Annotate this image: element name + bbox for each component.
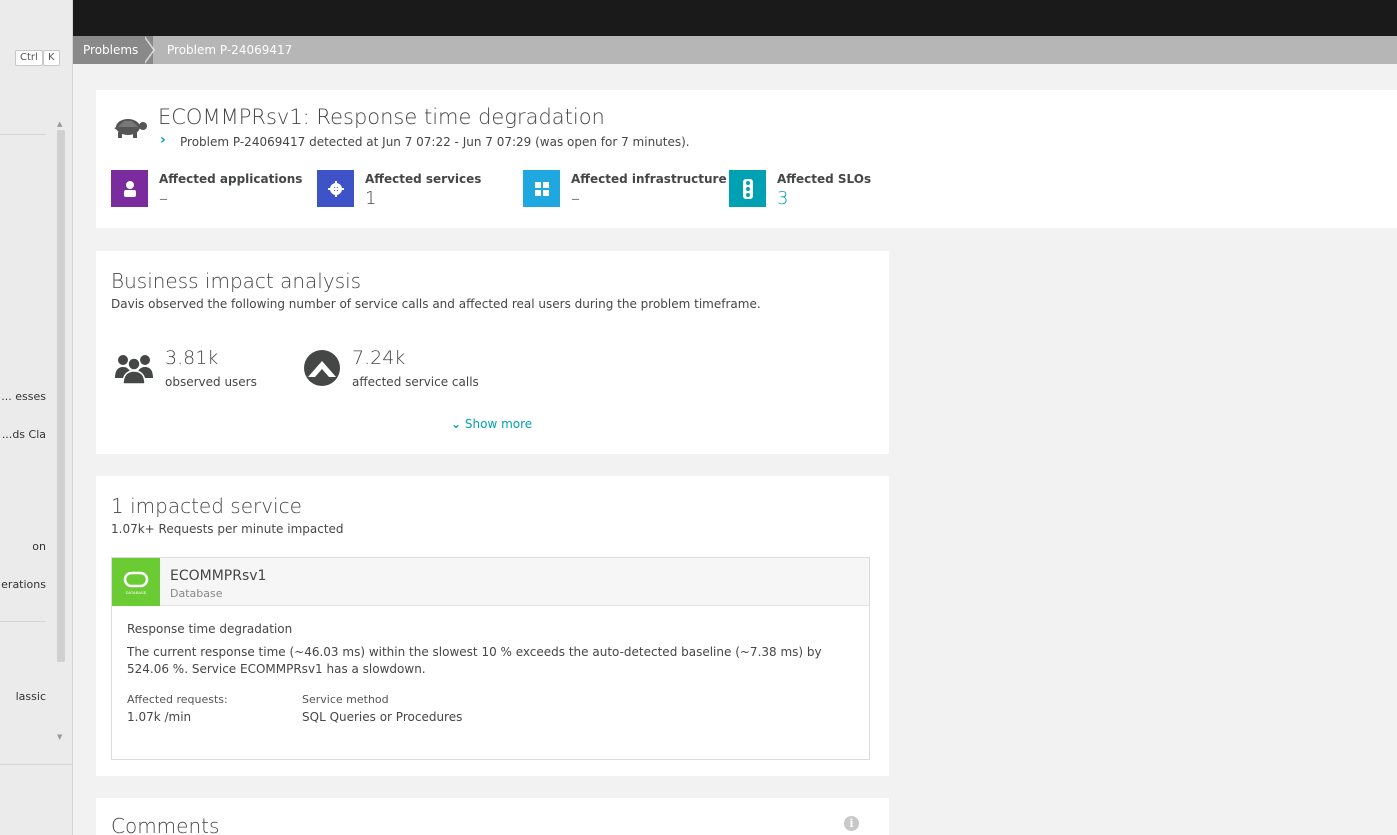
observed-users-label: observed users — [165, 375, 257, 389]
breadcrumb: Problems Problem P-24069417 — [73, 36, 1397, 64]
infrastructure-icon — [523, 170, 560, 207]
affected-applications-value: – — [159, 188, 168, 209]
service-header[interactable]: DATABASE ECOMMPRsv1 Database — [112, 558, 869, 606]
affected-calls-label: affected service calls — [352, 375, 479, 389]
business-impact-title: Business impact analysis — [111, 269, 362, 293]
breadcrumb-separator-icon — [143, 36, 153, 64]
sidebar-item-1[interactable]: esses ... — [0, 390, 46, 403]
event-description: The current response time (~46.03 ms) wi… — [127, 645, 822, 676]
impacted-services-title: 1 impacted service — [111, 494, 302, 518]
affected-requests-label: Affected requests: — [127, 693, 228, 706]
scroll-up-icon[interactable]: ▲ — [57, 120, 62, 128]
business-impact-card: Business impact analysis Davis observed … — [96, 251, 889, 454]
observed-users-value: 3.81k — [165, 347, 219, 369]
business-impact-subtitle: Davis observed the following number of s… — [111, 297, 761, 311]
service-type: Database — [170, 587, 223, 600]
affected-infrastructure-label: Affected infrastructure — [571, 172, 727, 186]
breadcrumb-current: Problem P-24069417 — [167, 43, 293, 57]
top-bar — [73, 0, 1397, 36]
breadcrumb-problems[interactable]: Problems — [73, 36, 153, 64]
affected-calls-value: 7.24k — [352, 347, 406, 369]
show-more-label: Show more — [464, 417, 533, 431]
chevron-down-icon: ⌄ — [451, 417, 462, 431]
turtle-icon — [114, 119, 147, 138]
users-group-icon — [115, 355, 153, 385]
service-name[interactable]: ECOMMPRsv1 — [170, 568, 266, 584]
database-badge-label: DATABASE — [126, 590, 147, 595]
affected-slos-label: Affected SLOs — [777, 172, 872, 186]
affected-requests-value: 1.07k /min — [127, 710, 192, 724]
problem-header-card: ECOMMPRsv1: Response time degradation › … — [96, 90, 1397, 228]
sidebar-item-4[interactable]: erations — [0, 578, 46, 591]
gear-icon — [317, 170, 354, 207]
sidebar-divider — [0, 134, 46, 135]
affected-slos-value[interactable]: 3 — [777, 188, 788, 209]
sidebar-item-5[interactable]: lassic — [0, 690, 46, 703]
impacted-services-card: 1 impacted service 1.07k+ Requests per m… — [96, 476, 889, 776]
sidebar-item-3[interactable]: on — [0, 540, 46, 553]
service-method-label: Service method — [302, 693, 389, 706]
sidebar-item-2[interactable]: ds Cla... — [0, 428, 46, 441]
impacted-services-subtitle: 1.07k+ Requests per minute impacted — [111, 522, 344, 536]
affected-services-value[interactable]: 1 — [365, 188, 376, 209]
service-calls-icon — [304, 350, 340, 386]
ctrl-key-hint: Ctrl — [15, 50, 43, 66]
sidebar-divider — [0, 764, 72, 765]
page-title: ECOMMPRsv1: Response time degradation — [158, 105, 605, 129]
affected-infrastructure-value: – — [571, 188, 580, 209]
service-method-value: SQL Queries or Procedures — [302, 710, 463, 724]
scroll-down-icon[interactable]: ▼ — [57, 733, 62, 741]
info-icon[interactable]: i — [844, 816, 859, 831]
k-key-hint: K — [43, 50, 60, 66]
affected-services-label: Affected services — [365, 172, 482, 186]
traffic-light-icon — [729, 170, 766, 207]
comments-card: Comments i — [96, 798, 889, 835]
user-app-icon — [111, 170, 148, 207]
show-more-button[interactable]: ⌄ Show more — [451, 417, 532, 431]
problem-detection-info: Problem P-24069417 detected at Jun 7 07:… — [180, 135, 690, 149]
comments-title: Comments — [111, 814, 220, 835]
chevron-right-icon[interactable]: › — [160, 132, 166, 148]
sidebar-scrollbar[interactable] — [57, 130, 65, 662]
service-tile[interactable]: DATABASE ECOMMPRsv1 Database Response ti… — [111, 557, 870, 760]
left-sidebar: Ctrl K ▲ ▼ esses ... ds Cla... on eratio… — [0, 0, 73, 835]
affected-applications-label: Affected applications — [159, 172, 303, 186]
sidebar-divider — [0, 621, 46, 622]
event-title: Response time degradation — [127, 622, 293, 636]
database-icon: DATABASE — [112, 558, 160, 606]
